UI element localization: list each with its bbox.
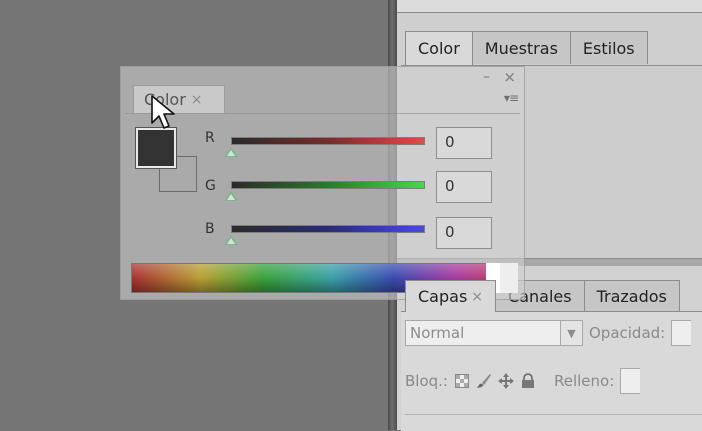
chevron-down-icon[interactable]: ▼ (561, 320, 583, 346)
slider-r-thumb[interactable] (224, 147, 238, 157)
lock-row: Bloq.: Relleno: (405, 368, 641, 394)
lock-icon[interactable] (520, 373, 536, 389)
panel-menu-icon[interactable]: ▾≡ (504, 91, 519, 105)
tab-floating-color[interactable]: Color × (133, 85, 225, 113)
slider-b-thumb[interactable] (224, 235, 238, 245)
lock-label: Bloq.: (405, 372, 448, 390)
fill-input[interactable] (620, 368, 641, 394)
color-dock-tabs: Color Muestras Estilos (405, 31, 648, 65)
value-r-input[interactable]: 0 (436, 127, 492, 159)
tab-capas-label: Capas (418, 287, 468, 306)
minimize-icon[interactable]: – (483, 69, 490, 85)
close-icon[interactable]: × (191, 92, 203, 108)
slider-b-track[interactable] (231, 225, 425, 233)
mouse-pointer-icon (150, 95, 176, 135)
floating-color-panel[interactable]: – × ▾≡ Color × R 0 G 0 B 0 (120, 66, 525, 300)
close-icon[interactable]: × (503, 68, 516, 86)
slider-g-thumb[interactable] (224, 191, 238, 201)
slider-g-track[interactable] (231, 181, 425, 189)
move-icon[interactable] (497, 373, 514, 389)
close-icon[interactable]: × (471, 289, 483, 305)
tab-muestras[interactable]: Muestras (471, 31, 571, 64)
layers-divider (405, 414, 702, 415)
value-g-input[interactable]: 0 (436, 171, 492, 203)
layers-dock-group: Capas × Canales Trazados Normal ▼ Opacid… (397, 266, 702, 431)
channel-b-label: B (205, 221, 215, 237)
opacity-input[interactable] (671, 320, 692, 346)
tab-estilos[interactable]: Estilos (569, 31, 648, 64)
channel-g-label: G (205, 178, 216, 194)
tab-capas[interactable]: Capas × (405, 280, 497, 312)
tab-trazados[interactable]: Trazados (583, 280, 680, 311)
blend-mode-select[interactable]: Normal (405, 320, 561, 346)
channel-r-label: R (205, 130, 215, 146)
light-swatch[interactable] (500, 263, 518, 293)
tab-color[interactable]: Color (405, 31, 473, 65)
dock-top-strip (397, 0, 702, 13)
fill-label: Relleno: (553, 372, 615, 390)
layers-dock-body: Normal ▼ Opacidad: Bloq.: Relleno: (401, 311, 702, 431)
slider-r-track[interactable] (231, 137, 425, 145)
lock-transparency-icon[interactable] (454, 373, 470, 389)
layers-dock-tabs: Capas × Canales Trazados (405, 280, 680, 312)
opacity-label: Opacidad: (589, 324, 666, 342)
blend-row: Normal ▼ Opacidad: (405, 320, 692, 346)
value-b-input[interactable]: 0 (436, 217, 492, 249)
brush-icon[interactable] (476, 373, 492, 389)
